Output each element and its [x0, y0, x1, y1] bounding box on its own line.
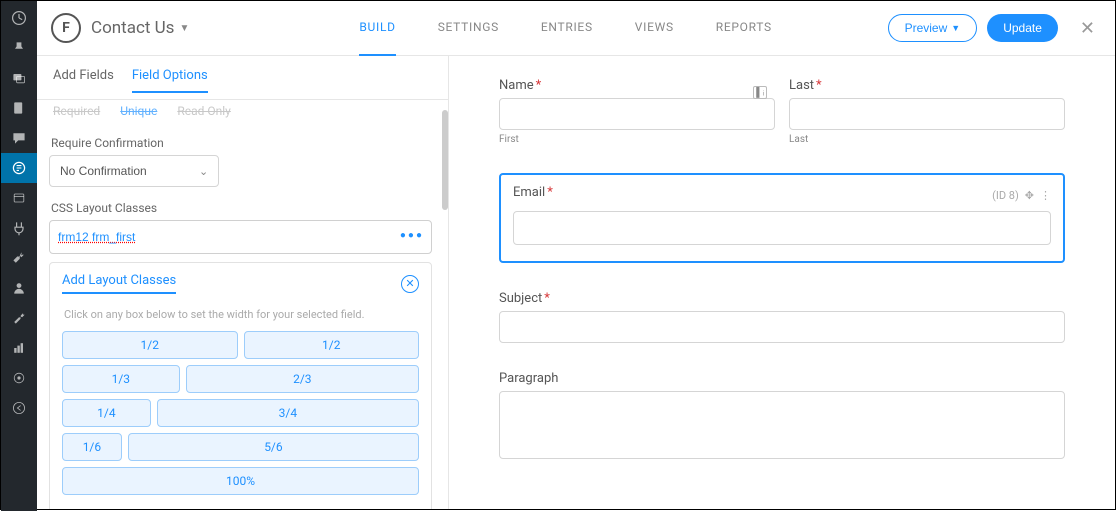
field-name-first-input[interactable]: [499, 98, 775, 130]
update-button[interactable]: Update: [987, 14, 1058, 42]
caret-down-icon: ▼: [951, 23, 960, 33]
layout-option-half[interactable]: 1/2: [244, 331, 420, 359]
side-tabs: Add Fields Field Options: [37, 56, 448, 100]
tab-reports[interactable]: Reports: [716, 1, 772, 56]
field-id-text: (ID 8): [992, 189, 1019, 202]
plugins-icon[interactable]: [1, 213, 37, 243]
field-subject-input[interactable]: [499, 311, 1065, 343]
kebab-icon[interactable]: ⋮: [1040, 189, 1051, 202]
flag-readonly[interactable]: Read Only: [177, 104, 231, 118]
dashboard-icon[interactable]: [1, 3, 37, 33]
side-tab-add-fields[interactable]: Add Fields: [53, 68, 114, 93]
field-last-input[interactable]: [789, 98, 1065, 130]
side-panel: Add Fields Field Options Required Unique…: [37, 56, 449, 509]
caret-down-icon: ▼: [179, 23, 189, 34]
field-email-label: Email: [513, 185, 545, 200]
field-paragraph-input[interactable]: [499, 391, 1065, 459]
field-paragraph-label: Paragraph: [499, 371, 558, 386]
users-icon[interactable]: [1, 273, 37, 303]
layout-option-third[interactable]: 1/3: [62, 365, 180, 393]
tab-views[interactable]: Views: [635, 1, 674, 56]
layout-card-title: Add Layout Classes: [62, 273, 176, 294]
form-canvas: Name * ▌ᵢ First Last * Last Email * (ID …: [449, 56, 1115, 509]
layout-option-twothirds[interactable]: 2/3: [186, 365, 419, 393]
settings-icon[interactable]: [1, 303, 37, 333]
form-title-dropdown[interactable]: Contact Us ▼: [91, 18, 189, 38]
formidable-icon[interactable]: [1, 153, 37, 183]
more-icon[interactable]: ●●●: [400, 230, 424, 241]
css-classes-input[interactable]: [49, 220, 432, 254]
field-last-hint: Last: [789, 134, 1065, 145]
layout-option-full[interactable]: 100%: [62, 467, 419, 495]
pin-icon[interactable]: [1, 33, 37, 63]
css-classes-label: CSS Layout Classes: [51, 201, 432, 215]
field-name-label: Name: [499, 78, 534, 93]
flag-unique[interactable]: Unique: [120, 104, 157, 118]
field-name-hint: First: [499, 134, 775, 145]
appearance-icon[interactable]: [1, 183, 37, 213]
top-tabs: Build Settings Entries Views Reports: [359, 1, 772, 56]
layout-option-fivesixths[interactable]: 5/6: [128, 433, 419, 461]
preview-button[interactable]: Preview ▼: [888, 14, 978, 42]
comments-icon[interactable]: [1, 123, 37, 153]
layout-option-threequarters[interactable]: 3/4: [157, 399, 419, 427]
layout-option-sixth[interactable]: 1/6: [62, 433, 122, 461]
layout-option-quarter[interactable]: 1/4: [62, 399, 151, 427]
tab-settings[interactable]: Settings: [438, 1, 499, 56]
media-icon[interactable]: [1, 63, 37, 93]
layout-classes-card: Add Layout Classes ✕ Click on any box be…: [49, 262, 432, 509]
side-tab-field-options[interactable]: Field Options: [132, 68, 208, 93]
close-icon[interactable]: ✕: [1080, 18, 1095, 39]
layout-card-close-icon[interactable]: ✕: [401, 275, 419, 293]
field-email-input[interactable]: [513, 211, 1051, 245]
tab-entries[interactable]: Entries: [541, 1, 593, 56]
wp-admin-sidebar: [1, 1, 37, 511]
collapse-icon[interactable]: [1, 393, 37, 423]
tools-icon[interactable]: [1, 243, 37, 273]
require-confirmation-label: Require Confirmation: [51, 136, 432, 150]
field-last-label: Last: [789, 78, 814, 93]
tab-build[interactable]: Build: [359, 1, 395, 56]
top-bar: F Contact Us ▼ Build Settings Entries Vi…: [37, 1, 1115, 56]
move-icon[interactable]: ✥: [1025, 189, 1034, 202]
field-flags-row: Required Unique Read Only: [49, 100, 432, 128]
generic-icon[interactable]: [1, 363, 37, 393]
layout-card-hint: Click on any box below to set the width …: [64, 308, 417, 321]
marketing-icon[interactable]: [1, 333, 37, 363]
layout-option-half[interactable]: 1/2: [62, 331, 238, 359]
field-email-selected[interactable]: Email * (ID 8) ✥ ⋮: [499, 173, 1065, 263]
form-title-text: Contact Us: [91, 18, 174, 38]
field-subject-label: Subject: [499, 291, 542, 306]
formidable-logo: F: [51, 13, 81, 43]
require-confirmation-select[interactable]: No Confirmation: [49, 155, 219, 187]
pages-icon[interactable]: [1, 93, 37, 123]
flag-required[interactable]: Required: [53, 104, 100, 118]
